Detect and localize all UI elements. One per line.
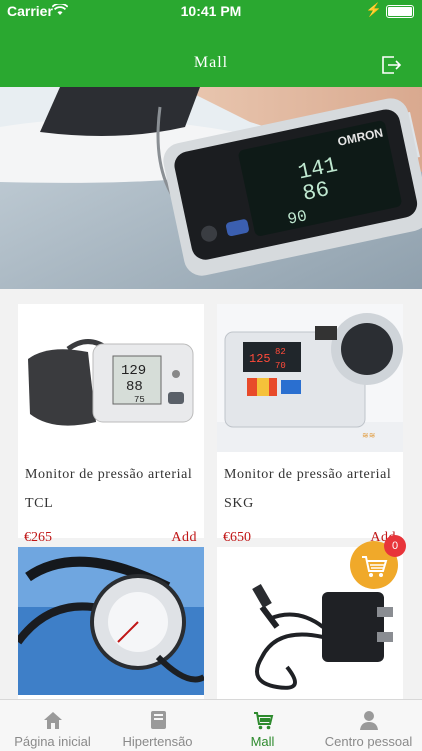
product-price: €650 [223,530,251,545]
cart-icon [253,712,273,730]
product-image[interactable]: 125 82 70 ≋≋ [217,304,403,452]
product-card[interactable]: 125 82 70 ≋≋ Monitor de pressão arterial… [217,304,403,545]
banner-image[interactable]: OMRON 141 86 90 [0,87,422,289]
tab-home[interactable]: Página inicial [0,700,105,751]
charging-icon: ⚡ [365,2,382,17]
logout-icon[interactable] [380,54,402,76]
add-to-cart-button[interactable]: Add [171,530,197,546]
tab-personal[interactable]: Centro pessoal [315,700,422,751]
status-bar: Carrier 10:41 PM ⚡ [0,0,422,22]
person-icon [359,711,378,730]
product-display-sys: 129 [121,363,146,379]
product-image[interactable] [18,547,204,695]
product-image[interactable]: 129 88 75 [18,304,204,452]
tab-hypertension[interactable]: Hipertensão [105,700,210,751]
svg-text:≋≋: ≋≋ [362,431,375,440]
home-icon [43,712,62,729]
product-name: Monitor de pressão arterial TCL [25,467,193,511]
book-icon [150,711,166,729]
tab-label: Centro pessoal [324,734,413,749]
page-title: Mall [193,54,229,71]
tab-label: Página inicial [14,734,91,749]
header-bar: Carrier 10:41 PM ⚡ Mall [0,0,422,87]
product2-display-c: 70 [275,361,286,371]
status-time: 10:41 PM [180,3,242,19]
cart-count-badge: 0 [384,535,406,557]
product-display-pulse: 75 [134,395,145,405]
product-card[interactable]: 129 88 75 Monitor de pressão arterial TC… [18,304,204,545]
product-card[interactable] [18,547,204,699]
tab-bar: Página inicial Hipertensão Mall Centro p… [0,699,422,751]
product-price: €265 [24,530,52,545]
tab-mall[interactable]: Mall [210,700,315,751]
product2-display-a: 125 [249,352,271,366]
tab-label: Hipertensão [122,734,193,749]
product2-display-b: 82 [275,347,286,357]
product-grid: 129 88 75 Monitor de pressão arterial TC… [0,289,422,699]
battery-icon [386,5,414,18]
tab-label: Mall [250,734,275,749]
product-name: Monitor de pressão arterial SKG [224,467,392,511]
product-display-dia: 88 [126,379,143,395]
cart-button[interactable]: 0 [350,535,406,589]
